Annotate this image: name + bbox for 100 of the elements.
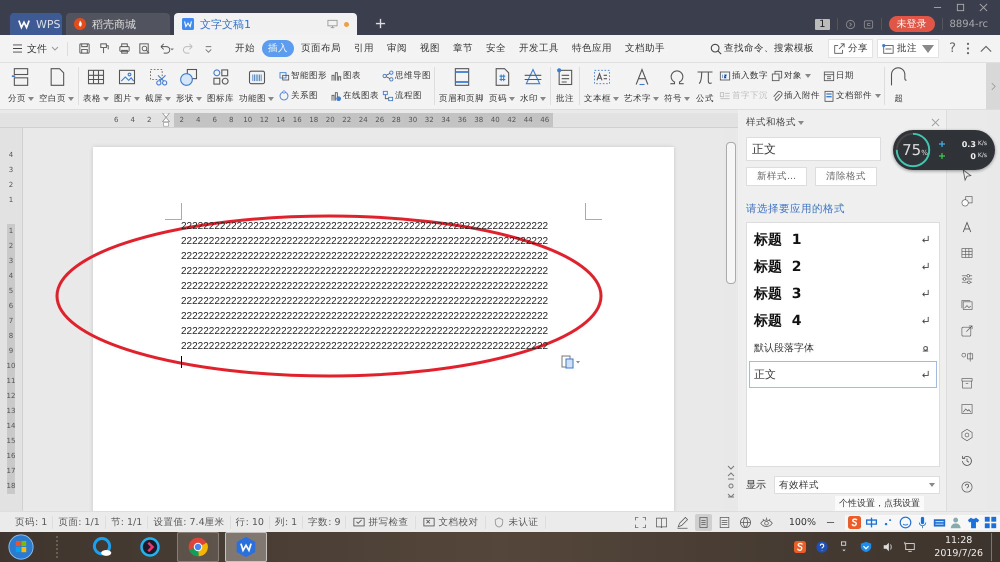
ribbon-tab[interactable]: 引用	[348, 40, 380, 57]
print-icon[interactable]	[118, 42, 131, 55]
ribbon-button[interactable]: 功能图	[237, 67, 276, 105]
collapse-icon[interactable]	[980, 44, 992, 52]
image-stack-icon[interactable]	[960, 298, 974, 312]
search-field[interactable]: 查找命令、搜索模板	[724, 43, 824, 54]
personal-settings-button[interactable]: 个性设置，点我设置	[835, 496, 924, 511]
status-button[interactable]: 文档校对	[416, 516, 486, 528]
status-button[interactable]: 拼写检查	[346, 516, 416, 528]
ribbon-button[interactable]: 插入附件	[771, 88, 820, 104]
table-icon[interactable]	[960, 246, 974, 260]
network-icon[interactable]	[904, 541, 916, 553]
ribbon-button[interactable]: 关系图	[278, 88, 327, 104]
current-style-field[interactable]: 正文	[746, 137, 881, 161]
ribbon-tab[interactable]: 特色应用	[566, 40, 618, 57]
translate-icon[interactable]	[960, 350, 974, 364]
ribbon-button[interactable]: 形状	[174, 67, 204, 105]
ribbon-button[interactable]: 智能图形	[278, 68, 327, 84]
help-icon[interactable]	[960, 480, 974, 494]
feedback-icon[interactable]	[862, 18, 874, 30]
show-dropdown[interactable]: 有效样式	[774, 476, 940, 494]
save-icon[interactable]	[78, 42, 91, 55]
ribbon-button[interactable]: 水印	[518, 67, 548, 105]
print-preview-icon[interactable]	[138, 42, 151, 55]
style-item[interactable]: 标题 1	[749, 226, 937, 253]
ribbon-button[interactable]: 页码	[487, 67, 517, 105]
user-name[interactable]: 8894-rc	[950, 18, 988, 30]
scrollbar-thumb[interactable]	[726, 142, 736, 284]
style-item[interactable]: 正文	[749, 361, 937, 388]
image-icon[interactable]	[960, 402, 974, 416]
input-method-toolbar[interactable]	[845, 514, 1000, 530]
clock[interactable]: 11:28 2019/7/26	[934, 534, 983, 560]
style-item[interactable]: 默认段落字体	[749, 334, 937, 361]
panel-title[interactable]: 样式和格式	[746, 116, 804, 129]
command-search[interactable]: 查找命令、搜索模板	[710, 42, 824, 54]
style-item[interactable]: 标题 3	[749, 280, 937, 307]
ribbon-button[interactable]: 表格	[81, 67, 111, 105]
ribbon-button[interactable]: 文本框	[582, 67, 621, 105]
undo-icon[interactable]	[158, 42, 175, 55]
ribbon-button[interactable]: 在线图表	[330, 88, 379, 104]
ribbon-tab[interactable]: 开始	[229, 40, 261, 57]
login-button[interactable]: 未登录	[888, 16, 935, 32]
archive-box-icon[interactable]	[960, 376, 974, 390]
shield-icon[interactable]	[860, 541, 872, 553]
ribbon-button[interactable]: 艺术字	[622, 67, 661, 105]
ribbon-button[interactable]: 页眉和页脚	[437, 67, 486, 105]
help-button[interactable]: ?	[949, 41, 956, 56]
new-tab-icon[interactable]	[375, 18, 386, 29]
page-icon[interactable]	[694, 514, 712, 530]
share-button[interactable]: 分享	[828, 39, 874, 58]
volume-icon[interactable]	[882, 541, 894, 553]
start-button[interactable]	[8, 534, 34, 560]
sliders-icon[interactable]	[960, 272, 974, 286]
ribbon-button[interactable]: 日期	[823, 68, 881, 84]
clear-format-button[interactable]: 清除格式	[815, 167, 878, 186]
ribbon-tab[interactable]: 视图	[414, 40, 446, 57]
ribbon-tab[interactable]: 章节	[447, 40, 479, 57]
maximize-icon[interactable]	[956, 3, 965, 12]
ribbon-button[interactable]: 截屏	[143, 67, 173, 105]
ribbon-button[interactable]: 符号	[662, 67, 692, 105]
close-icon[interactable]	[979, 3, 988, 12]
format-painter-icon[interactable]	[98, 42, 111, 55]
input-logo-icon[interactable]	[794, 541, 806, 553]
window-count-badge[interactable]: 1	[815, 18, 830, 30]
ribbon-button[interactable]: 文档部件	[823, 88, 881, 104]
ribbon-button[interactable]: 批注	[553, 67, 577, 105]
hexagon-icon[interactable]	[960, 428, 974, 442]
cursor-icon[interactable]	[960, 168, 974, 182]
more-icon[interactable]	[966, 42, 970, 55]
document-tab[interactable]: 稻壳商城	[66, 13, 170, 35]
help-icon[interactable]	[816, 541, 828, 553]
comment-button[interactable]: 批注	[877, 39, 940, 58]
history-icon[interactable]	[960, 454, 974, 468]
ribbon-button[interactable]: 空白页	[37, 67, 76, 105]
document-tab[interactable]: WPS	[10, 13, 62, 35]
zoom-level[interactable]: 100%	[788, 516, 816, 528]
ribbon-tab[interactable]: 安全	[480, 40, 512, 57]
new-style-button[interactable]: 新样式...	[746, 167, 808, 186]
shapes-icon[interactable]	[960, 194, 974, 208]
ribbon-tab[interactable]: 审阅	[381, 40, 413, 57]
document-page[interactable]	[93, 147, 674, 511]
ribbon-button[interactable]: 插入数字	[719, 68, 768, 84]
file-menu[interactable]: 文件	[12, 42, 68, 56]
ribbon-button[interactable]: 超	[887, 67, 911, 105]
ribbon-tab[interactable]: 开发工具	[513, 40, 565, 57]
share-icon[interactable]	[960, 324, 974, 338]
letter-a-icon[interactable]	[960, 220, 974, 234]
ribbon-button[interactable]: 图表	[330, 68, 379, 84]
ribbon-button[interactable]: 流程图	[382, 88, 431, 104]
ribbon-button[interactable]: 分页	[6, 67, 36, 105]
paste-options-icon[interactable]	[561, 355, 581, 369]
ribbon-button[interactable]: 对象	[771, 68, 820, 84]
ribbon-button[interactable]: 图标库	[205, 67, 236, 105]
style-item[interactable]: 标题 2	[749, 253, 937, 280]
ribbon-button[interactable]: 思维导图	[382, 68, 431, 84]
ribbon-tab[interactable]: 页面布局	[295, 40, 347, 57]
ribbon-button[interactable]: 公式	[693, 67, 717, 105]
style-item[interactable]: 标题 4	[749, 307, 937, 334]
ribbon-tab[interactable]: 文档助手	[619, 40, 671, 57]
ribbon-button[interactable]: 图片	[112, 67, 142, 105]
